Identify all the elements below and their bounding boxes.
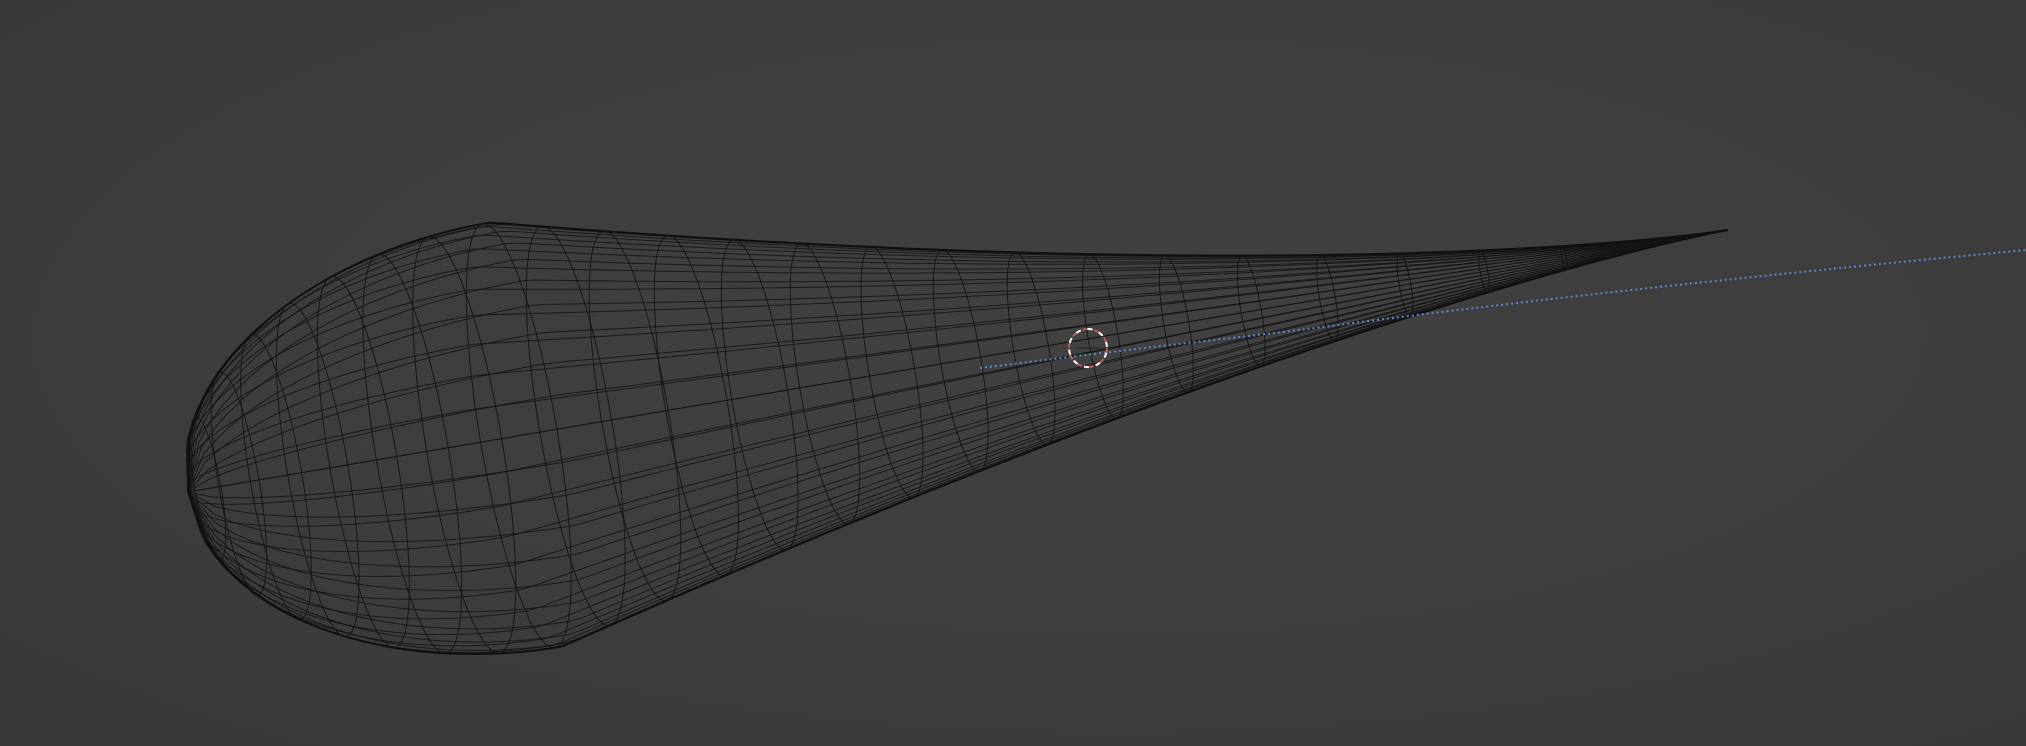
mesh-longitude-lines — [185, 222, 1729, 655]
viewport-scene[interactable] — [0, 0, 2026, 746]
mesh-longitude-edge — [187, 229, 1729, 543]
3d-viewport[interactable] — [0, 0, 2026, 746]
mesh-longitude-edge — [187, 229, 1729, 577]
mesh-longitude-edge — [187, 229, 1729, 647]
mesh-longitude-edge — [187, 224, 1729, 493]
teardrop-mesh[interactable] — [185, 221, 1729, 656]
